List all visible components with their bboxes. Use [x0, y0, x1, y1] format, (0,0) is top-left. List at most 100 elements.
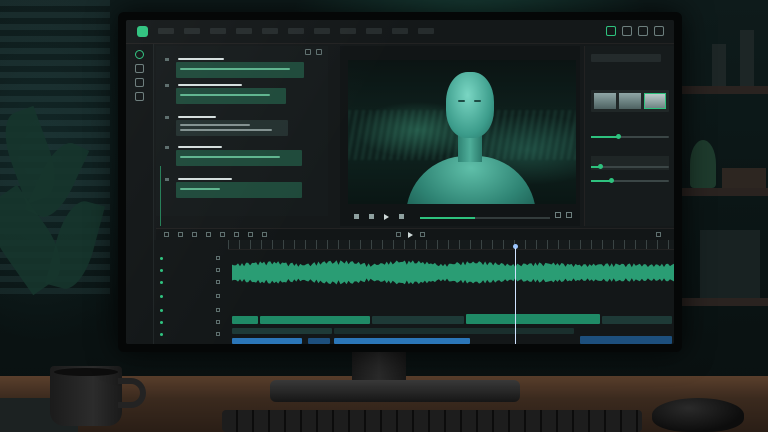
track-header[interactable] — [158, 292, 222, 301]
step-forward-icon[interactable] — [399, 214, 404, 219]
slider-knob[interactable] — [608, 178, 614, 183]
transcript-segment[interactable] — [165, 116, 312, 138]
menu-item[interactable] — [288, 28, 304, 34]
text-icon[interactable] — [220, 232, 225, 237]
eye-icon[interactable] — [216, 320, 220, 324]
redo-icon[interactable] — [192, 232, 197, 237]
eye-icon[interactable] — [216, 308, 220, 312]
playback-progress[interactable] — [420, 217, 550, 219]
menu-item[interactable] — [392, 28, 408, 34]
filter-icon[interactable] — [316, 49, 322, 55]
segment-text-box[interactable] — [176, 150, 302, 166]
app-logo-icon[interactable] — [137, 26, 148, 37]
zoom-icon[interactable] — [656, 232, 661, 237]
track-header[interactable] — [158, 278, 222, 287]
export-icon[interactable] — [622, 26, 632, 36]
segment-speaker — [178, 84, 242, 86]
skip-back-icon[interactable] — [354, 214, 359, 219]
play-icon[interactable] — [384, 214, 389, 220]
lock-icon[interactable] — [262, 232, 267, 237]
track-indicator — [160, 281, 163, 284]
fullscreen-icon[interactable] — [566, 212, 572, 218]
skip-forward-icon[interactable] — [420, 232, 425, 237]
timeline-clip[interactable] — [602, 316, 672, 324]
transcript-segment[interactable] — [165, 178, 312, 200]
eye-icon[interactable] — [216, 256, 220, 260]
avatar-head — [446, 72, 494, 138]
preset-thumbnail-selected[interactable] — [644, 93, 666, 109]
timeline-clip[interactable] — [580, 336, 672, 344]
transcript-segment[interactable] — [165, 58, 312, 80]
panel-tools — [305, 49, 322, 55]
transcript-segment[interactable] — [165, 146, 312, 168]
image-icon[interactable] — [135, 92, 144, 101]
search-icon[interactable] — [305, 49, 311, 55]
play-icon[interactable] — [408, 232, 413, 238]
monitor-stand-base — [270, 380, 520, 402]
timeline-clip[interactable] — [232, 316, 258, 324]
audio-waveform[interactable] — [232, 256, 674, 290]
play-circle-icon[interactable] — [135, 50, 144, 59]
timeline-clip[interactable] — [308, 338, 330, 344]
segment-text-box[interactable] — [176, 88, 286, 104]
timeline-toolbar — [156, 228, 674, 240]
eye-icon[interactable] — [216, 294, 220, 298]
menu-item[interactable] — [236, 28, 252, 34]
cut-icon[interactable] — [164, 232, 169, 237]
undo-icon[interactable] — [178, 232, 183, 237]
segment-text — [180, 156, 280, 158]
menu-item[interactable] — [158, 28, 174, 34]
volume-icon[interactable] — [555, 212, 561, 218]
frame-icon[interactable] — [606, 26, 616, 36]
menu-item[interactable] — [366, 28, 382, 34]
timeline-clip[interactable] — [334, 338, 470, 344]
segment-number — [165, 116, 169, 119]
menu-item[interactable] — [340, 28, 356, 34]
time-ruler[interactable] — [228, 240, 674, 250]
menu-item[interactable] — [314, 28, 330, 34]
timeline-clip[interactable] — [372, 316, 464, 324]
property-slider[interactable] — [591, 178, 669, 183]
eye-icon[interactable] — [216, 268, 220, 272]
playhead[interactable] — [514, 248, 516, 344]
property-slider[interactable] — [591, 164, 669, 169]
settings-icon[interactable] — [638, 26, 648, 36]
skip-back-icon[interactable] — [396, 232, 401, 237]
split-icon[interactable] — [206, 232, 211, 237]
video-preview[interactable] — [348, 60, 576, 204]
timeline-clip[interactable] — [232, 338, 302, 344]
segment-text — [180, 129, 272, 131]
track-header[interactable] — [158, 306, 222, 315]
preset-thumbnail[interactable] — [594, 93, 616, 109]
track-header[interactable] — [158, 318, 222, 327]
slider-knob[interactable] — [616, 134, 622, 139]
track-header[interactable] — [158, 330, 222, 339]
property-slider[interactable] — [591, 134, 669, 139]
media-icon[interactable] — [135, 64, 144, 73]
eye-icon[interactable] — [216, 332, 220, 336]
menu-item[interactable] — [418, 28, 434, 34]
shelf-item — [700, 230, 760, 298]
track-header[interactable] — [158, 266, 222, 275]
menu-item[interactable] — [184, 28, 200, 34]
menu-item[interactable] — [210, 28, 226, 34]
transcript-segment[interactable] — [165, 84, 312, 106]
timeline-clip[interactable] — [260, 316, 370, 324]
preset-thumbnail[interactable] — [619, 93, 641, 109]
timeline-clip[interactable] — [466, 314, 600, 324]
step-back-icon[interactable] — [369, 214, 374, 219]
eye-icon[interactable] — [216, 280, 220, 284]
track-header[interactable] — [158, 254, 222, 263]
timeline-clip[interactable] — [334, 328, 574, 334]
segment-speaker — [178, 178, 232, 180]
layers-icon[interactable] — [135, 78, 144, 87]
menu-item[interactable] — [262, 28, 278, 34]
segment-text-box[interactable] — [176, 120, 288, 136]
magnet-icon[interactable] — [248, 232, 253, 237]
grid-icon[interactable] — [654, 26, 664, 36]
properties-dropdown[interactable] — [591, 54, 661, 62]
timeline-clip[interactable] — [232, 328, 332, 334]
crop-icon[interactable] — [234, 232, 239, 237]
segment-text-box[interactable] — [176, 62, 304, 78]
segment-text-box[interactable] — [176, 182, 302, 198]
